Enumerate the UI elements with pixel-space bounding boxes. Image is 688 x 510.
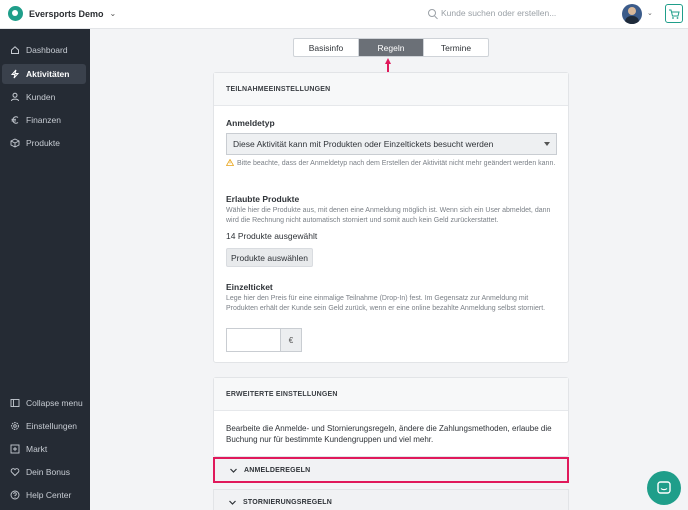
- sidebar-item-kunden[interactable]: Kunden: [2, 87, 86, 107]
- brand-switcher[interactable]: Eversports Demo ⌄: [8, 6, 116, 21]
- sidebar-item-label: Markt: [26, 444, 48, 454]
- tab-termine[interactable]: Termine: [424, 39, 488, 56]
- single-ticket-label: Einzelticket: [226, 282, 273, 292]
- collapse-icon: [10, 398, 20, 408]
- sidebar-item-label: Help Center: [26, 490, 72, 500]
- products-help: Wähle hier die Produkte aus, mit denen e…: [226, 207, 551, 224]
- caret-down-icon: [544, 142, 550, 146]
- sidebar-item-label: Dashboard: [26, 45, 68, 55]
- registration-type-label: Anmeldetyp: [226, 118, 275, 128]
- sidebar-item-markt[interactable]: Markt: [2, 439, 86, 459]
- registration-type-select[interactable]: Diese Aktivität kann mit Produkten oder …: [226, 133, 557, 155]
- advanced-description: Bearbeite die Anmelde- und Stornierungsr…: [226, 424, 552, 444]
- registration-warning: Bitte beachte, dass der Anmeldetyp nach …: [226, 159, 558, 169]
- sidebar-item-label: Kunden: [26, 92, 56, 102]
- single-ticket-price-input[interactable]: [226, 328, 280, 352]
- sidebar-item-einstellungen[interactable]: Einstellungen: [2, 416, 86, 436]
- search-icon: [428, 9, 436, 17]
- help-circle-icon: [10, 490, 20, 500]
- sidebar-item-collapse-menu[interactable]: Collapse menu: [2, 393, 86, 413]
- registration-warning-text: Bitte beachte, dass der Anmeldetyp nach …: [237, 160, 556, 167]
- sidebar-item-label: Dein Bonus: [26, 467, 70, 477]
- search-input[interactable]: Kunde suchen oder erstellen...: [441, 8, 556, 18]
- box-icon: [10, 138, 20, 148]
- eversports-logo-icon: [8, 6, 23, 21]
- sidebar-item-label: Finanzen: [26, 115, 61, 125]
- card-header: ERWEITERTE EINSTELLUNGEN: [214, 378, 568, 411]
- brand-name: Eversports Demo: [29, 8, 104, 19]
- currency-addon: €: [280, 328, 302, 352]
- gear-icon: [10, 421, 20, 431]
- sidebar: Dashboard Aktivitäten Kunden Finanzen Pr…: [0, 29, 90, 510]
- sidebar-item-finanzen[interactable]: Finanzen: [2, 110, 86, 130]
- activity-tabs: Basisinfo Regeln Termine: [293, 38, 489, 57]
- participation-settings-card: TEILNAHMEEINSTELLUNGEN Anmeldetyp Diese …: [213, 72, 569, 363]
- card-header: TEILNAHMEEINSTELLUNGEN: [214, 73, 568, 106]
- products-count: 14 Produkte ausgewählt: [226, 231, 318, 241]
- sidebar-item-label: Produkte: [26, 138, 61, 148]
- chevron-down-icon: ⌄: [109, 9, 117, 18]
- customer-search[interactable]: Kunde suchen oder erstellen...: [428, 8, 556, 18]
- cart-button[interactable]: [665, 4, 683, 23]
- tab-basisinfo[interactable]: Basisinfo: [294, 39, 359, 56]
- chat-button[interactable]: [647, 471, 681, 505]
- single-ticket-help: Lege hier den Preis für eine einmalige T…: [226, 295, 546, 312]
- chat-icon: [657, 481, 671, 494]
- chevron-down-icon: [230, 468, 237, 473]
- home-icon: [10, 45, 20, 55]
- sidebar-item-aktivitaeten[interactable]: Aktivitäten: [2, 64, 86, 84]
- advanced-settings-card: ERWEITERTE EINSTELLUNGEN Bearbeite die A…: [213, 377, 569, 457]
- sidebar-item-dein-bonus[interactable]: Dein Bonus: [2, 462, 86, 482]
- sidebar-item-dashboard[interactable]: Dashboard: [2, 40, 86, 60]
- user-icon: [10, 92, 20, 102]
- accordion-stornierungsregeln[interactable]: STORNIERUNGSREGELN: [213, 489, 569, 510]
- products-label: Erlaubte Produkte: [226, 194, 300, 204]
- top-bar: Eversports Demo ⌄ Kunde suchen oder erst…: [0, 0, 688, 29]
- sidebar-item-label: Aktivitäten: [26, 69, 70, 79]
- bolt-icon: [10, 69, 20, 79]
- cart-icon: [669, 9, 680, 19]
- select-products-button[interactable]: Produkte auswählen: [226, 248, 313, 267]
- tab-regeln[interactable]: Regeln: [359, 39, 424, 56]
- chevron-down-icon: [229, 500, 236, 505]
- heart-icon: [10, 467, 20, 477]
- accordion-label: ANMELDEREGELN: [244, 466, 311, 474]
- sidebar-item-help-center[interactable]: Help Center: [2, 485, 86, 505]
- accordion-label: STORNIERUNGSREGELN: [243, 498, 333, 506]
- registration-type-value: Diese Aktivität kann mit Produkten oder …: [233, 139, 494, 149]
- warning-icon: [226, 159, 234, 166]
- sidebar-item-label: Einstellungen: [26, 421, 78, 431]
- avatar[interactable]: [622, 4, 642, 24]
- sidebar-item-label: Collapse menu: [26, 398, 83, 408]
- accordion-anmelderegeln[interactable]: ANMELDEREGELN: [213, 457, 569, 483]
- euro-icon: [10, 115, 20, 125]
- plus-square-icon: [10, 444, 20, 454]
- chevron-down-icon[interactable]: ⌄: [647, 9, 653, 17]
- sidebar-item-produkte[interactable]: Produkte: [2, 133, 86, 153]
